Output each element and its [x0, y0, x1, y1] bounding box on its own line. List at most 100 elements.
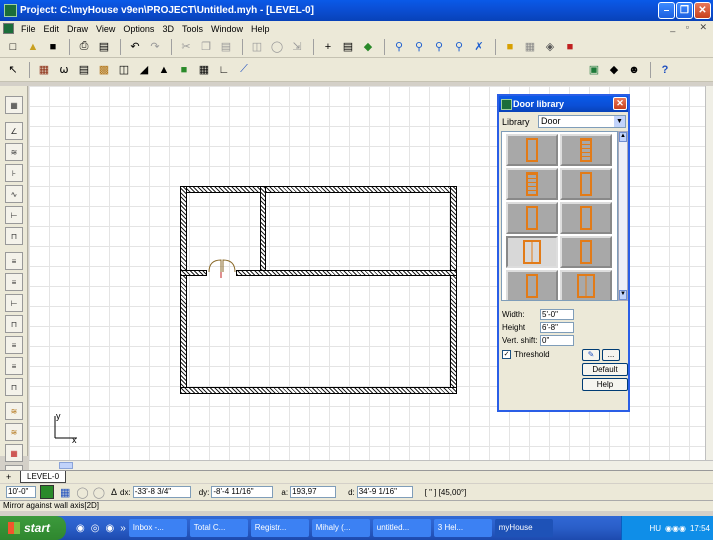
distance-field[interactable]: 34'-9 1/16"	[356, 486, 413, 498]
menu-draw[interactable]: Draw	[63, 24, 92, 34]
door-mirror-icon[interactable]: ▦	[5, 444, 23, 462]
mirror-icon[interactable]: ⇲	[288, 38, 306, 56]
minimize-button[interactable]: –	[658, 2, 675, 19]
wall-tool-icon[interactable]: ▦	[5, 96, 23, 114]
cut-icon[interactable]: ✂	[177, 38, 195, 56]
view-walk-icon[interactable]: ☻	[625, 61, 643, 79]
thumbnail-scrollbar[interactable]: ▲ ▼	[618, 131, 628, 301]
zoom-all-icon[interactable]: ⚲	[430, 38, 448, 56]
dialog-close-button[interactable]: ✕	[613, 97, 627, 110]
zoom-cancel-icon[interactable]: ✗	[470, 38, 488, 56]
firefox-icon[interactable]: ◉	[105, 523, 114, 534]
save-icon[interactable]: ■	[44, 38, 62, 56]
taskbar-mihaly[interactable]: Mihaly (...	[311, 519, 370, 537]
window-double-icon[interactable]: ≡	[5, 273, 23, 291]
door-pocket-icon[interactable]: ⊢	[5, 206, 23, 224]
start-button[interactable]: start	[0, 516, 66, 540]
language-indicator[interactable]: HU	[649, 524, 661, 533]
horizontal-scrollbar[interactable]	[29, 460, 713, 470]
print-preview-icon[interactable]: ▤	[95, 38, 113, 56]
menu-options[interactable]: Options	[119, 24, 158, 34]
door-sliding-icon[interactable]: ⊦	[5, 164, 23, 182]
open-folder-icon[interactable]: ▲	[24, 38, 42, 56]
paint-brush-button[interactable]: ✎	[582, 349, 600, 361]
door-thumb-selected[interactable]	[506, 236, 558, 268]
default-button[interactable]: Default	[582, 363, 628, 376]
material-icon[interactable]: ▦	[521, 38, 539, 56]
door-thumb[interactable]	[506, 134, 558, 166]
vertical-scrollbar[interactable]	[705, 86, 713, 460]
width-field[interactable]: 5'-0"	[540, 308, 574, 320]
door-symbol-icon[interactable]	[207, 258, 237, 280]
scale-field[interactable]: 10'-0"	[6, 486, 36, 498]
door-thumb[interactable]	[560, 134, 612, 166]
add-icon[interactable]: +	[319, 38, 337, 56]
line-icon[interactable]: ⟋	[235, 61, 253, 79]
wall-left[interactable]	[180, 186, 187, 394]
taskbar-inbox[interactable]: Inbox -...	[128, 519, 187, 537]
wall-icon[interactable]: ▦	[35, 61, 53, 79]
list-icon[interactable]: ▤	[339, 38, 357, 56]
menu-view[interactable]: View	[92, 24, 119, 34]
door-thumb[interactable]	[506, 168, 558, 200]
vert-shift-field[interactable]: 0"	[540, 334, 574, 346]
door-thumb[interactable]	[560, 168, 612, 200]
door-double-icon[interactable]: ≋	[5, 143, 23, 161]
dimension-icon[interactable]: ∟	[215, 61, 233, 79]
paste-icon[interactable]: ▤	[217, 38, 235, 56]
roof-icon[interactable]: ▲	[155, 61, 173, 79]
opening-icon[interactable]: ⊓	[5, 227, 23, 245]
library-select[interactable]: Door ▼	[538, 115, 626, 128]
tray-icons[interactable]: ◉◉◉	[665, 524, 686, 533]
view-3d-icon[interactable]: ◆	[605, 61, 623, 79]
beam-icon[interactable]: ▤	[75, 61, 93, 79]
window-corner-icon[interactable]: ≡	[5, 357, 23, 375]
window-sliding-icon[interactable]: ⊓	[5, 315, 23, 333]
dy-field[interactable]: -8'-4 11/16"	[211, 486, 274, 498]
zoom-in-icon[interactable]: ⚲	[390, 38, 408, 56]
render-icon[interactable]: ■	[501, 38, 519, 56]
door-library-titlebar[interactable]: Door library ✕	[499, 96, 628, 112]
wall-interior-right-segment[interactable]	[236, 270, 457, 276]
door-thumb[interactable]	[506, 202, 558, 234]
grid-toggle-icon[interactable]: ▦	[60, 486, 70, 499]
close-button[interactable]: ✕	[694, 2, 711, 19]
window-fixed-icon[interactable]: ⊢	[5, 294, 23, 312]
snap-toggle-icon[interactable]	[40, 485, 54, 499]
angle-field[interactable]: 193,97	[290, 486, 337, 498]
door-thumb[interactable]	[506, 270, 558, 300]
browser-icon[interactable]: ◉	[76, 523, 85, 534]
dx-field[interactable]: -33'-8 3/4"	[132, 486, 191, 498]
polar-toggle-icon[interactable]: ◯	[93, 486, 105, 499]
wall-bottom[interactable]	[180, 387, 457, 394]
furniture-icon[interactable]: ■	[175, 61, 193, 79]
stairs-icon[interactable]: ◢	[135, 61, 153, 79]
view-2d-icon[interactable]: ▣	[585, 61, 603, 79]
print-icon[interactable]: ⎙	[75, 38, 93, 56]
select-arrow-icon[interactable]: ↖	[4, 61, 22, 79]
layers-icon[interactable]: ◆	[359, 38, 377, 56]
door-folding-icon[interactable]: ∿	[5, 185, 23, 203]
menu-window[interactable]: Window	[207, 24, 247, 34]
door-thumb[interactable]	[560, 270, 612, 300]
scroll-down-icon[interactable]: ▼	[619, 290, 627, 300]
window-bay-icon[interactable]: ≡	[5, 336, 23, 354]
help-icon[interactable]: ?	[656, 61, 674, 79]
taskbar-untitled[interactable]: untitled...	[372, 519, 431, 537]
camera-icon[interactable]: ◈	[541, 38, 559, 56]
height-field[interactable]: 6'-8"	[540, 321, 574, 333]
door-thumb[interactable]	[560, 236, 612, 268]
door-single-icon[interactable]: ∠	[5, 122, 23, 140]
ortho-toggle-icon[interactable]: ◯	[76, 486, 88, 499]
mdi-controls[interactable]: _ ▫ ✕	[670, 22, 711, 33]
taskbar-registry[interactable]: Registr...	[250, 519, 309, 537]
scroll-up-icon[interactable]: ▲	[619, 132, 627, 142]
wall-top[interactable]	[180, 186, 457, 193]
copy-icon[interactable]: ❐	[197, 38, 215, 56]
menu-3d[interactable]: 3D	[158, 24, 178, 34]
wall-right[interactable]	[450, 186, 457, 394]
zoom-out-icon[interactable]: ⚲	[450, 38, 468, 56]
chevron-down-icon[interactable]: ▼	[614, 116, 625, 127]
redo-icon[interactable]: ↷	[146, 38, 164, 56]
ie-icon[interactable]: ◎	[91, 523, 100, 534]
